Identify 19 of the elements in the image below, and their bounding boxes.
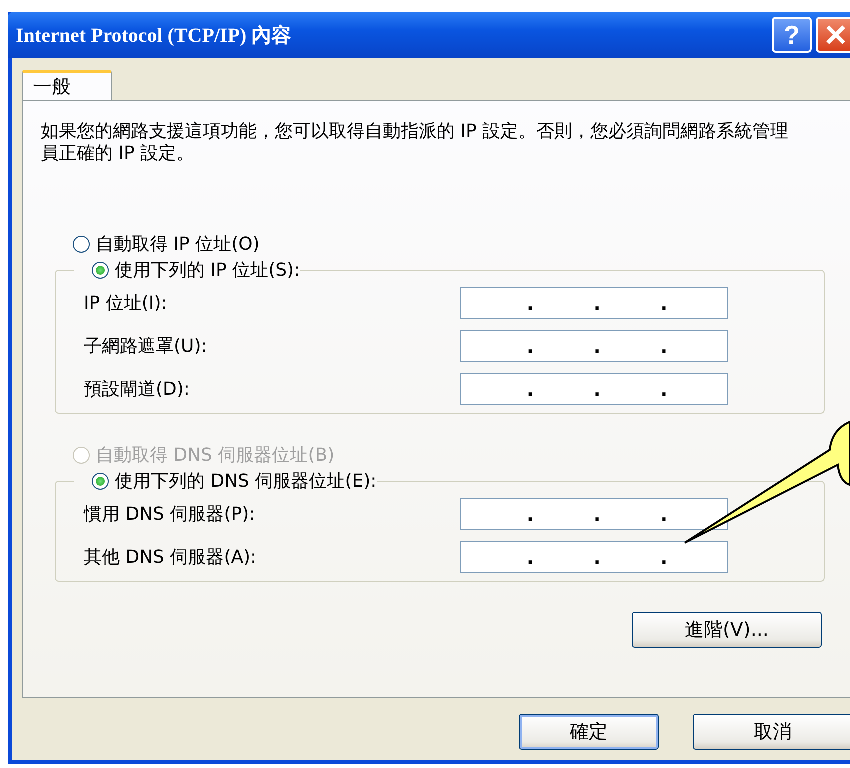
radio-option[interactable]: 自動取得 IP 位址(O) bbox=[73, 231, 825, 257]
ok-button[interactable]: 確定 bbox=[519, 714, 659, 750]
cancel-button[interactable]: 取消 bbox=[693, 714, 850, 750]
ip-address-field[interactable]: . . . bbox=[460, 330, 728, 362]
advanced-button[interactable]: 進階(V)... bbox=[632, 612, 822, 648]
ip-address-field[interactable]: . . . bbox=[460, 541, 728, 573]
field-label: 其他 DNS 伺服器(A): bbox=[84, 546, 258, 569]
radio-option[interactable]: 使用下列的 DNS 伺服器位址(E): bbox=[92, 468, 377, 494]
field-label: 預設閘道(D): bbox=[84, 378, 191, 401]
ip-address-field[interactable]: . . . bbox=[460, 498, 728, 530]
tab[interactable]: 一般 bbox=[22, 70, 112, 100]
ip-address-field[interactable]: . . . bbox=[460, 373, 728, 405]
field-label: IP 位址(I): bbox=[84, 292, 168, 315]
radio-option[interactable]: 使用下列的 IP 位址(S): bbox=[92, 257, 300, 283]
field-label: 慣用 DNS 伺服器(P): bbox=[84, 503, 256, 526]
ip-address-field[interactable]: . . . bbox=[460, 287, 728, 319]
description-text: 如果您的網路支援這項功能，您可以取得自動指派的 IP 設定。否則，您必須詢問網路系統管理員正確的 IP 設定。 bbox=[41, 121, 790, 165]
field-label: 子網路遮罩(U): bbox=[84, 335, 208, 358]
window-title: Internet Protocol (TCP/IP) 內容 bbox=[16, 24, 293, 48]
